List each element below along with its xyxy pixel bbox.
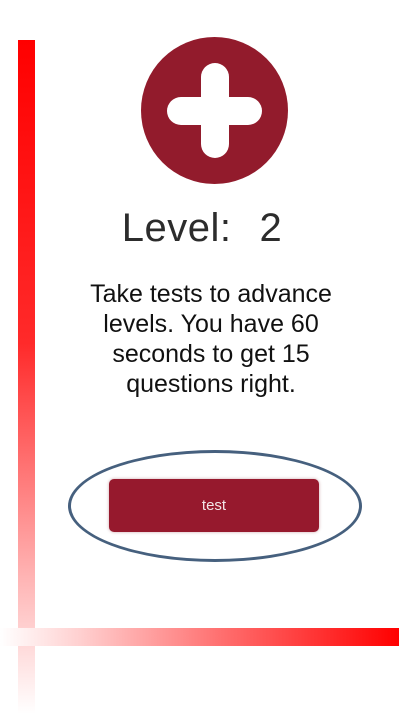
level-screen: Level: 2 Take tests to advance levels. Yo…: [0, 0, 404, 714]
instructions-text: Take tests to advance levels. You have 6…: [90, 280, 332, 398]
test-button[interactable]: test: [109, 479, 319, 532]
vertical-gradient-bar: [18, 40, 35, 714]
level-display: Level: 2: [0, 206, 404, 251]
horizontal-gradient-bar: [0, 628, 399, 646]
plus-icon-glyph: [167, 63, 262, 158]
level-value: 2: [259, 206, 283, 250]
plus-icon: [141, 37, 288, 184]
level-label: Level:: [121, 206, 232, 250]
